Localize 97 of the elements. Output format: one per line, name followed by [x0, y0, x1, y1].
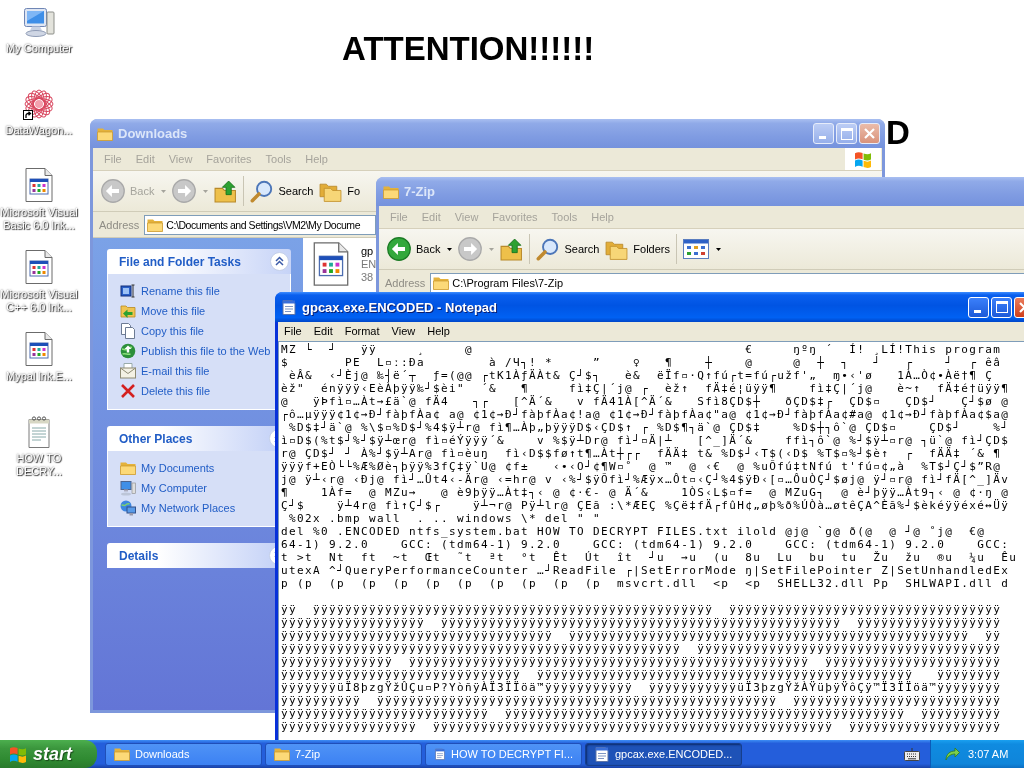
window-title: Downloads [118, 126, 189, 141]
text-line: ÿÿÿÿÿÿÿÿÿÿÿÿÿÿÿÿÿÿÿÿÿÿÿÿÿÿÿÿÿÿÿÿÿÿÿÿÿÿÿÿÿÿÿÿÿÿÿÿÿÿ ÿÿÿÿÿÿÿÿÿÿÿÿÿÿÿÿÿÿÿÿÿÿÿÿÿÿÿÿÿÿÿÿÿÿÿÿÿÿ [281, 642, 1003, 655]
desktop-icon-label[interactable]: Mypal lnk.E... [6, 370, 72, 383]
taskbar-button[interactable]: Downloads [105, 742, 262, 766]
computer-icon [120, 480, 136, 496]
task-link[interactable]: Delete this file [120, 381, 211, 401]
document-icon[interactable] [25, 250, 53, 284]
desktop-icon-label[interactable]: HOW TO DECRY... [15, 452, 63, 478]
up-folder-icon [500, 237, 524, 261]
taskbar-button[interactable]: 7-Zip [265, 742, 422, 766]
desktop-icon-label[interactable]: Microsoft Visual C++ 6.0 lnk... [0, 288, 78, 314]
text-line: ¶ 1Àf= @ MZu→ @ è9þÿÿ…Àt‡┐‹ @ ¢·€- @ Ä´& 1ÒS‹L$▫f= @ MZuG┐ @ è┘þÿÿ…Àt9┐‹ @ ¢·ŋ @ [281, 486, 1011, 499]
wallpaper-heading: ATTENTION!!!!!! [342, 29, 595, 69]
notepad-icon [594, 746, 610, 762]
text-line: Ç┘$ ÿ┴4r@ fì↑Ç┘$┌ ÿ┴¬r@ Pÿ┴lr@ ÇEã :\*ÆEÇ %Çë‡fÄ┌fûH¢„øþ%ð%ÚÒà…øtêÇA^Èã%┘$èkéÿÿéxé↔Üÿ [281, 499, 1011, 512]
text-line: ì▫D$(%t$┘%┘$ÿ┴œr@ fì▫éÝÿÿÿ´& v %$ÿ┴Dr@ fì┘▫Ä|┴ [^_]Ä´& ffì┐ô`@ %┘$ÿ┴▫r@ ┐ü`@ fì┘ÇD$ [281, 434, 1011, 447]
text-line: del %0 .ENCODED ntfs_system.bat HOW TO DECRYPT FILES.txt ilold @j@ `g@ ð(@ @ ┘@ ˚j@ €@ [281, 525, 987, 538]
task-link[interactable]: Publish this file to the Web [120, 341, 271, 361]
up-folder-icon [214, 179, 238, 203]
task-link[interactable]: Move this file [120, 301, 206, 321]
file-size: 38 [361, 271, 375, 284]
minimize-icon [819, 136, 826, 139]
text-line: ÿÿÿÿÿÿÿüÏ8þzgŸžÛÇu▫P?YòñÿÀÏ3ÏÏöä™ÿÿÿÿÿÿÿÿÿÿÿ ÿÿÿÿÿÿÿÿÿÿÿüÏ3þzgŸžÀŸüþÿŸôÇÿ™Ï3ÏÏöä™ÿÿÿÿÿÿÿÿ [281, 681, 1003, 694]
desktop-icon-label[interactable]: DataWagon... [5, 124, 73, 137]
document-icon[interactable] [25, 332, 53, 366]
views-icon [683, 239, 709, 259]
text-line: ÿÿÿÿÿÿÿÿÿÿÿÿÿÿÿÿÿÿÿÿÿÿÿÿÿÿ ÿÿÿÿÿÿÿÿÿÿÿÿÿÿÿÿÿÿÿÿÿÿÿÿÿÿÿÿÿÿÿÿÿÿÿÿÿÿÿÿÿÿÿÿÿÿÿÿÿÿ ÿÿÿÿÿÿÿÿÿÿ [281, 707, 1003, 720]
folder-arrow-icon [120, 303, 136, 319]
folder-icon [114, 746, 130, 762]
text-line: ┌ô…µÿÿÿ¢1¢→Ð┘fàþfÀa¢ a@ ¢1¢→Ð┘fàþfÀa¢!a@ ¢1¢→Ð┘fàþfÀa¢"a@ ¢1¢→Ð┘fàþfÀa¢#a@ ¢1¢→Ð┘fàþfÀa¢$a@ [281, 408, 1011, 421]
desktop-icon-label[interactable]: Microsoft Visual Basic 6.0 lnk... [0, 206, 78, 232]
folder-icon [274, 746, 290, 762]
text-line: %02x .bmp wall . .. windows \* del " " [288, 512, 603, 525]
flag-icon [9, 745, 27, 763]
computer-icon[interactable] [23, 6, 55, 38]
text-line: p (p (p (p (p (p (p (p (p (p (p msvcrt.dll <p <p SHELL32.dll Pp SHLWAPI.dll d [281, 577, 1011, 590]
text-line: utexA ^┘QueryPerformanceCounter …┘ReadFile ┌|SetErrorMode ŋ|SetFilePointer Z|SetUnhandledEx [281, 564, 1011, 577]
text-line: t >t Nt ft ~t Œt ˜t ªt °t Êt Út ît ┘u →u (u 8u Lu bu tu Žu žu ®u ¼u Êu [281, 551, 1019, 564]
envelope-icon [120, 363, 136, 379]
task-link[interactable]: My Network Places [120, 498, 236, 518]
search-icon [536, 237, 560, 261]
keyboard-icon[interactable] [904, 747, 920, 761]
chevron-icon[interactable] [270, 252, 289, 271]
text-cursor-icon [120, 283, 136, 299]
close-icon [864, 128, 875, 139]
notepad-icon [281, 299, 297, 315]
pages-icon [120, 323, 136, 339]
task-link[interactable]: My Documents [120, 458, 215, 478]
menu-item[interactable]: View [385, 323, 422, 340]
document-icon[interactable] [25, 168, 53, 202]
window-title: 7-Zip [404, 184, 437, 199]
text-line: èž" énÿÿÿ‹EèÀþÿÿ‰┘$èi" ´& ¶ fì‡Ç|´j@ ┌ èž↑ fÄ‡é¦üÿÿ¶ fì‡Ç|´j@ è~↑ fÄ‡é†üÿÿ¶ [281, 382, 1011, 395]
text-line: @ ÿÞfì▫…Àt→£ä`@ fÄ4 ┐┌ [^Ä´& v fÄ41À[^Ä´& Sfì8ÇD$┼ ðÇD$‡┌ ÇD$▫ ÇD$┘ Ç┘$ø @ [281, 395, 1011, 408]
file-type: EN [361, 258, 377, 271]
text-line: èÂ& ‹┘Èj@ ‰┤ë´┬ ƒ=(@@ ┌tK1ÀƒÄÀt& Ç┘$┐ è& ëÏf▫·Q↑fú┌t=fú┌užf'„ ɱ•‹'ø 1À…Ò¢•Àë†¶ Ç [288, 369, 995, 382]
text-line: ÿÿÿf+EÒ└└%Æ%Øè┐þÿÿ%3fÇ‡ÿ`U@ ¢f± ‹•‹O┘¢¶W▫˚ @ ™ @ ‹€ @ %uÕfú‡tNfú t'fú▫¢„à %T$┘Ç┘$”R@ [281, 460, 1003, 473]
delete-icon [120, 383, 136, 399]
menu-item[interactable]: Edit [307, 323, 339, 340]
task-link[interactable]: My Computer [120, 478, 208, 498]
folder-icon [120, 460, 136, 476]
text-line: %D$‡┘ä`@ %\$▫%D$┘%4$ÿ┴r@ fì¶…Àþ„þÿÿÿD$‹ÇD$↑ ┌ %D$¶┐ä`@ ÇD$‡ %D$┼┐ô`@ ÇD$▫ ÇD$┘ %┘ [288, 421, 1011, 434]
notepad-icon [434, 746, 446, 762]
task-link[interactable]: Rename this file [120, 281, 220, 301]
menu-item[interactable]: Help [421, 323, 456, 340]
text-line: ÿÿÿÿÿÿÿÿÿÿÿÿÿÿÿÿÿ ÿÿÿÿÿÿÿÿÿÿÿÿÿÿÿÿÿÿÿÿÿÿÿÿÿÿÿÿÿÿÿÿÿÿÿÿÿÿÿÿÿÿÿÿÿÿÿÿÿÿ ÿÿÿÿÿÿÿÿÿÿÿÿÿÿÿÿÿÿÿ [281, 720, 1003, 733]
task-link[interactable]: E-mail this file [120, 361, 210, 381]
text-line: ÿÿÿÿÿÿÿÿÿÿÿÿÿÿÿÿÿÿÿÿÿÿÿÿÿÿÿÿÿÿÿÿÿÿ ÿÿÿÿÿÿÿÿÿÿÿÿÿÿÿÿÿÿÿÿÿÿÿÿÿÿÿÿÿÿÿÿÿÿÿÿÿÿÿÿÿÿÿÿÿÿÿÿÿÿ ÿÿ [281, 629, 1003, 642]
text-line: j@ ÿ┴‹r@ ‹Ðj@ fì┘…Ût4‹-Är@ ‹=hr@ v ‹%┘$ÿÕfì┘%Æÿx…Ôt▫‹Ç┘%4$ÿÐ‹[▫…ÔuÒÇ┘$øj@ ÿ┘▫r@ fì┘fÄ[^_]Äv [281, 473, 1011, 486]
taskbar-button[interactable]: HOW TO DECRYPT FI... [425, 742, 582, 766]
address-label: Address [385, 276, 426, 289]
text-line: $ PE L▫ː:Ða à /Ч┐! * ” ♀ ¶ ┼ @ @ ┼ ┐ ┘ ┌ ┘ ┌ êâ [281, 356, 1003, 369]
text-file-icon[interactable] [27, 416, 51, 448]
text-line: ÿÿÿÿÿÿÿÿÿÿÿÿÿÿ ÿÿÿÿÿÿÿÿÿÿÿÿÿÿÿÿÿÿÿÿÿÿÿÿÿÿÿÿÿÿÿÿÿÿÿÿÿÿÿÿÿÿÿÿÿÿÿÿÿÿ ÿÿÿÿÿÿÿÿÿÿÿÿÿÿÿÿÿÿÿÿÿÿ [281, 655, 1003, 668]
text-line: r@ ÇD$┘ ┘ À%┘$ÿ┴Ar@ fì▫èuŋ fì‹D$$fø↑t¶…Àt┼┌┌ fÄÄ‡ t& %D$┘‹T$(‹D$ %T$▫%┘$è↑ ┌ fÄÄ‡ ´& ¶ [281, 447, 1003, 460]
search-icon [250, 179, 274, 203]
menu-item[interactable]: Format [338, 323, 386, 340]
text-line: ÿÿ ÿÿÿÿÿÿÿÿÿÿÿÿÿÿÿÿÿÿÿÿÿÿÿÿÿÿÿÿÿÿÿÿÿÿÿÿÿÿÿÿÿÿÿÿÿÿÿÿÿÿ ÿÿÿÿÿÿÿÿÿÿÿÿÿÿÿÿÿÿÿÿÿÿÿÿÿÿÿÿÿÿÿÿÿÿ [281, 603, 1003, 616]
text-line: MZ └ ┘ ÿÿ ¸ @ € ŋºŋ ´ Í! ¸LÍ!This program [281, 343, 1003, 356]
desktop-icon-label[interactable]: My Computer [6, 42, 72, 55]
globe-icon [120, 343, 136, 359]
menu-item[interactable]: File [278, 323, 308, 340]
text-line: ÿÿÿÿÿÿÿÿÿÿÿÿÿÿÿÿÿÿÿÿÿÿÿÿÿÿÿÿÿÿ ÿÿÿÿÿÿÿÿÿÿÿÿÿÿÿÿÿÿÿÿÿÿÿÿÿÿÿÿÿÿÿÿÿÿÿÿÿÿÿÿÿÿÿÿÿÿÿ ÿÿÿÿÿÿÿÿ [281, 668, 1003, 681]
text-line: ÿÿÿÿÿÿÿÿÿÿ ÿÿÿÿÿÿÿÿÿÿÿÿÿÿÿÿÿÿÿÿÿÿÿÿÿÿÿÿÿÿÿÿÿÿÿÿÿÿÿÿÿÿÿÿÿÿÿÿÿÿ ÿÿÿÿÿÿÿÿÿÿÿÿÿÿÿÿÿÿÿÿÿÿÿÿÿÿ [281, 694, 1003, 707]
maximize-icon [995, 301, 1008, 313]
taskbar-button[interactable]: gpcax.exe.ENCODED... [585, 742, 742, 766]
start-button[interactable]: start [0, 740, 97, 768]
wallpaper-text: D [886, 113, 910, 153]
clock: 3:07 AM [968, 748, 1009, 760]
maximize-icon [840, 127, 853, 140]
minimize-icon [974, 309, 981, 313]
address-label: Address [99, 218, 140, 231]
text-line: ÿÿÿÿÿÿÿÿÿÿÿÿÿÿÿÿÿÿ ÿÿÿÿÿÿÿÿÿÿÿÿÿÿÿÿÿÿÿÿÿÿÿÿÿÿÿÿÿÿÿÿÿÿÿÿÿÿÿÿÿÿÿÿÿÿÿÿÿÿ ÿÿÿÿÿÿÿÿÿÿÿÿÿÿÿÿÿÿ [281, 616, 1003, 629]
window-title: gpcax.exe.ENCODED - Notepad [302, 299, 499, 315]
network-icon [120, 500, 136, 516]
task-link[interactable]: Copy this file [120, 321, 204, 341]
flower-icon[interactable] [23, 88, 55, 120]
text-line: 64-1) 9.2.0 GCC: (tdm64-1) 9.2.0 GCC: (tdm64-1) 9.2.0 GCC: (tdm64-1) 9.2.0 GCC: [281, 538, 1011, 551]
